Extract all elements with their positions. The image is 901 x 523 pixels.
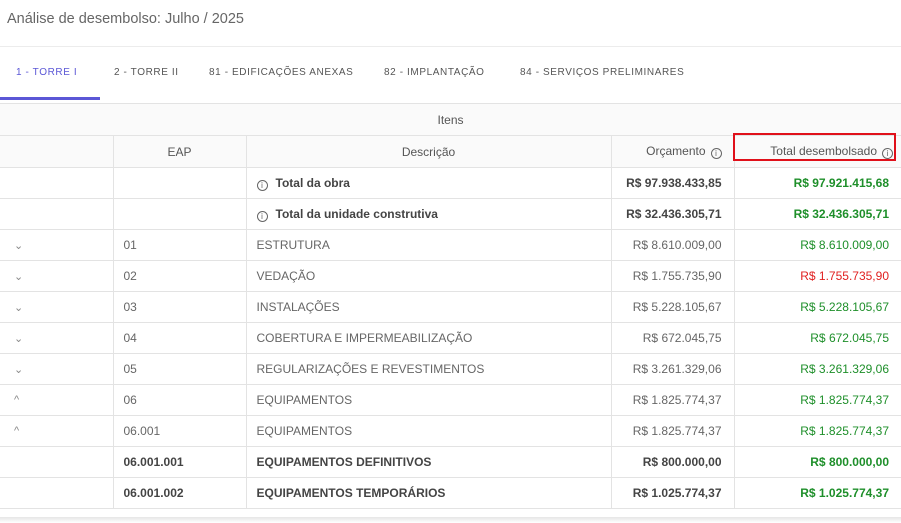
total-cell: R$ 1.025.774,37 — [733, 477, 901, 509]
toggle-cell — [0, 446, 114, 478]
table-row[interactable]: 06.001.001 EQUIPAMENTOS DEFINITIVOS R$ 8… — [0, 446, 901, 478]
orcamento-cell: R$ 3.261.329,06 — [610, 353, 735, 385]
scroll-shadow — [0, 517, 901, 523]
total-cell: R$ 32.436.305,71 — [733, 198, 901, 230]
orcamento-cell: R$ 1.025.774,37 — [610, 477, 735, 509]
chevron-down-icon[interactable]: ⌄ — [0, 353, 114, 385]
active-tab-indicator — [0, 97, 100, 100]
total-cell: R$ 97.921.415,68 — [733, 167, 901, 199]
eap-cell — [112, 167, 247, 199]
tab-edificacoes-anexas[interactable]: 81 - EDIFICAÇÕES ANEXAS — [209, 67, 353, 78]
eap-cell: 01 — [112, 229, 247, 261]
table-row[interactable]: ⌄ 01 ESTRUTURA R$ 8.610.009,00 R$ 8.610.… — [0, 229, 901, 261]
descricao-cell: EQUIPAMENTOS DEFINITIVOS — [245, 446, 612, 478]
table-row[interactable]: ⌄ 05 REGULARIZAÇÕES E REVESTIMENTOS R$ 3… — [0, 353, 901, 385]
eap-column-header: EAP — [112, 135, 247, 168]
descricao-cell: ESTRUTURA — [245, 229, 612, 261]
toggle-cell — [0, 198, 114, 230]
eap-cell — [112, 198, 247, 230]
eap-cell: 06.001 — [112, 415, 247, 447]
eap-cell: 06.001.002 — [112, 477, 247, 509]
descricao-cell: EQUIPAMENTOS TEMPORÁRIOS — [245, 477, 612, 509]
info-icon[interactable]: i — [256, 179, 268, 191]
page-title: Análise de desembolso: Julho / 2025 — [7, 11, 244, 27]
descricao-cell: i Total da obra — [245, 167, 612, 199]
summary-row: i Total da unidade construtiva R$ 32.436.… — [0, 198, 901, 230]
descricao-cell: COBERTURA E IMPERMEABILIZAÇÃO — [245, 322, 612, 354]
table-row[interactable]: ^ 06.001 EQUIPAMENTOS R$ 1.825.774,37 R$… — [0, 415, 901, 447]
orcamento-label: Orçamento — [646, 144, 706, 158]
tab-torre-ii[interactable]: 2 - TORRE II — [114, 67, 179, 78]
total-cell: R$ 8.610.009,00 — [733, 229, 901, 261]
tab-servicos-preliminares[interactable]: 84 - SERVIÇOS PRELIMINARES — [520, 67, 684, 78]
descricao-cell: VEDAÇÃO — [245, 260, 612, 292]
chevron-up-icon[interactable]: ^ — [0, 384, 114, 416]
total-cell: R$ 800.000,00 — [733, 446, 901, 478]
toggle-column-header — [0, 135, 114, 168]
eap-cell: 03 — [112, 291, 247, 323]
toggle-cell — [0, 477, 114, 509]
descricao-cell: EQUIPAMENTOS — [245, 415, 612, 447]
chevron-down-icon[interactable]: ⌄ — [0, 260, 114, 292]
orcamento-cell: R$ 8.610.009,00 — [610, 229, 735, 261]
eap-cell: 05 — [112, 353, 247, 385]
orcamento-cell: R$ 1.825.774,37 — [610, 384, 735, 416]
toggle-cell — [0, 167, 114, 199]
summary-label: Total da unidade construtiva — [275, 206, 438, 221]
descricao-cell: EQUIPAMENTOS — [245, 384, 612, 416]
orcamento-cell: R$ 97.938.433,85 — [610, 167, 735, 199]
table-row[interactable]: ^ 06 EQUIPAMENTOS R$ 1.825.774,37 R$ 1.8… — [0, 384, 901, 416]
chevron-down-icon[interactable]: ⌄ — [0, 229, 114, 261]
table-row[interactable]: ⌄ 02 VEDAÇÃO R$ 1.755.735,90 R$ 1.755.73… — [0, 260, 901, 292]
orcamento-cell: R$ 5.228.105,67 — [610, 291, 735, 323]
table-row[interactable]: 06.001.002 EQUIPAMENTOS TEMPORÁRIOS R$ 1… — [0, 477, 901, 509]
total-cell: R$ 1.825.774,37 — [733, 415, 901, 447]
tab-bar: 1 - TORRE I 2 - TORRE II 81 - EDIFICAÇÕE… — [0, 46, 901, 100]
orcamento-column-header: Orçamento i — [610, 135, 735, 168]
total-cell: R$ 672.045,75 — [733, 322, 901, 354]
eap-cell: 06 — [112, 384, 247, 416]
tab-torre-i[interactable]: 1 - TORRE I — [16, 67, 77, 78]
summary-label: Total da obra — [275, 175, 350, 190]
orcamento-cell: R$ 1.755.735,90 — [610, 260, 735, 292]
total-column-header: Total desembolsado i — [733, 135, 901, 168]
orcamento-cell: R$ 1.825.774,37 — [610, 415, 735, 447]
descricao-cell: REGULARIZAÇÕES E REVESTIMENTOS — [245, 353, 612, 385]
descricao-cell: i Total da unidade construtiva — [245, 198, 612, 230]
orcamento-cell: R$ 800.000,00 — [610, 446, 735, 478]
table-row[interactable]: ⌄ 03 INSTALAÇÕES R$ 5.228.105,67 R$ 5.22… — [0, 291, 901, 323]
total-cell: R$ 1.825.774,37 — [733, 384, 901, 416]
total-label: Total desembolsado — [770, 144, 877, 158]
eap-cell: 04 — [112, 322, 247, 354]
info-icon[interactable]: i — [256, 210, 268, 222]
orcamento-cell: R$ 672.045,75 — [610, 322, 735, 354]
descricao-cell: INSTALAÇÕES — [245, 291, 612, 323]
tab-implantacao[interactable]: 82 - IMPLANTAÇÃO — [384, 67, 485, 78]
chevron-down-icon[interactable]: ⌄ — [0, 291, 114, 323]
eap-cell: 02 — [112, 260, 247, 292]
table-row[interactable]: ⌄ 04 COBERTURA E IMPERMEABILIZAÇÃO R$ 67… — [0, 322, 901, 354]
descricao-column-header: Descrição — [245, 135, 612, 168]
disbursement-table: Itens EAP Descrição Orçamento i Total des… — [0, 103, 901, 509]
total-cell: R$ 1.755.735,90 — [733, 260, 901, 292]
orcamento-cell: R$ 32.436.305,71 — [610, 198, 735, 230]
summary-row: i Total da obra R$ 97.938.433,85 R$ 97.92… — [0, 167, 901, 199]
group-header: Itens — [0, 103, 901, 136]
total-cell: R$ 5.228.105,67 — [733, 291, 901, 323]
info-icon[interactable]: i — [710, 148, 722, 159]
eap-cell: 06.001.001 — [112, 446, 247, 478]
chevron-up-icon[interactable]: ^ — [0, 415, 114, 447]
chevron-down-icon[interactable]: ⌄ — [0, 322, 114, 354]
total-cell: R$ 3.261.329,06 — [733, 353, 901, 385]
info-icon[interactable]: i — [882, 148, 893, 159]
